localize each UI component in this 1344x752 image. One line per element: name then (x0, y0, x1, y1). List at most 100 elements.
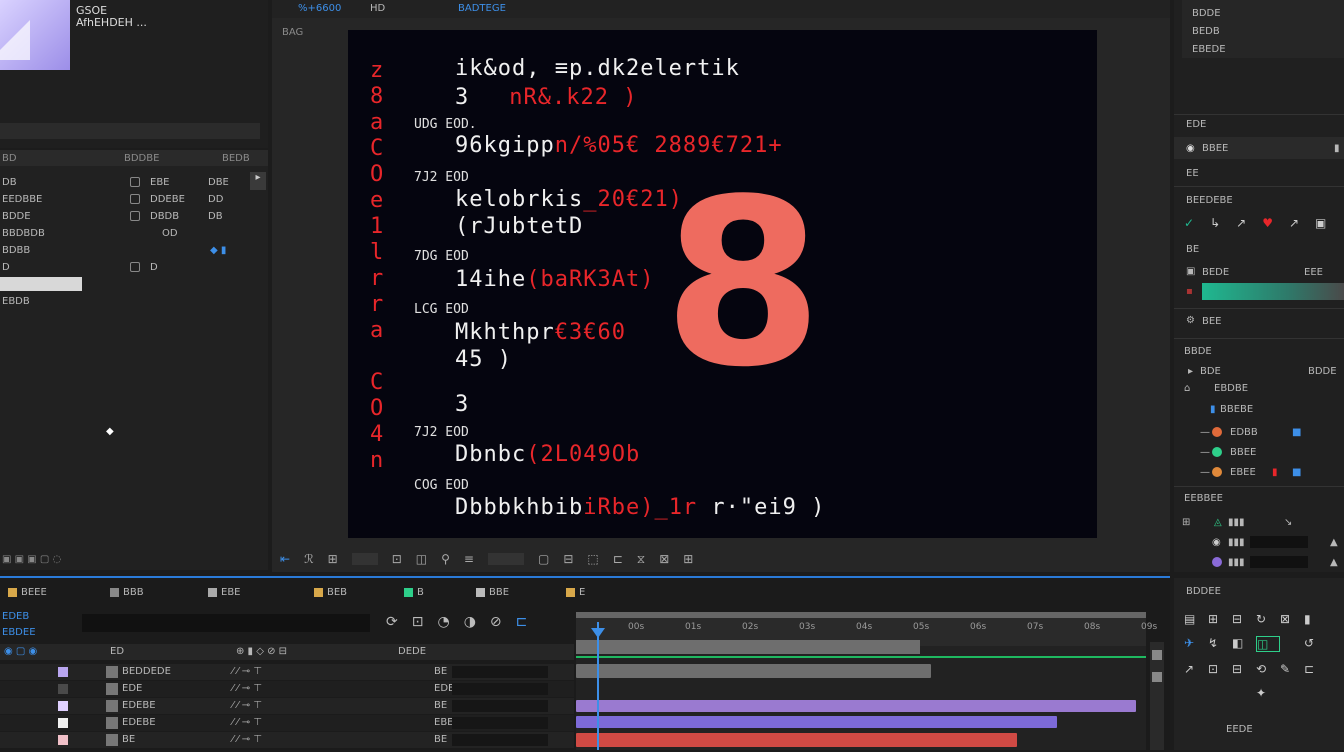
timeline-tab[interactable]: BEB (314, 584, 347, 600)
pen-tool-icon[interactable]: ↯ (1208, 636, 1232, 652)
timeline-tab[interactable]: E (566, 584, 585, 600)
shy-icon[interactable]: ◑ (464, 614, 476, 630)
fast-preview-icon[interactable]: ⧖ (637, 552, 645, 567)
keyframe-icon[interactable]: ◆ ▮ (210, 245, 226, 256)
bucket-icon[interactable]: ⊡ (1208, 662, 1232, 676)
viewer-tab-2[interactable]: HD (370, 3, 385, 14)
timeline-layer-row[interactable]: EDEBE ⁄ ⁄ ⊸ ⊤ EBE (0, 715, 574, 731)
layer-name[interactable]: BE (122, 734, 135, 745)
heart-icon[interactable]: ♥ (1262, 216, 1273, 230)
fill-icon[interactable]: ◫ (1256, 636, 1280, 652)
bird-icon[interactable]: ✈ (1184, 636, 1208, 652)
frame-blend-icon[interactable]: ⊘ (490, 614, 502, 630)
timeline-scrollbar[interactable] (1150, 642, 1164, 750)
timeline-tab[interactable]: BBB (110, 584, 144, 600)
right-prop-row[interactable]: ▮▮▮ ▲ (1174, 554, 1344, 570)
shape-icon[interactable]: ◧ (1232, 636, 1256, 652)
effect-row[interactable]: EEDBBE DDEBE DD (0, 191, 268, 207)
guides-icon[interactable]: ⊡ (392, 552, 402, 566)
more-icon[interactable]: ▮ (1334, 143, 1340, 154)
effect-row[interactable]: BDBB ◆ ▮ (0, 242, 268, 258)
effect-row[interactable]: BDDE DBDB DB (0, 208, 268, 224)
layer-color-swatch[interactable] (58, 684, 68, 694)
transparency-icon[interactable]: ⬚ (587, 552, 598, 566)
github-icon[interactable]: ◉ (1186, 143, 1195, 154)
channel-icon[interactable]: ≡ (464, 552, 474, 566)
layer-switches[interactable]: ⁄ ⁄ ⊸ ⊤ (232, 717, 262, 728)
pin-icon[interactable]: ▮ (1304, 612, 1328, 626)
right-layer-row[interactable]: — EDBB ■ (1174, 424, 1344, 440)
layer-parent-dropdown[interactable] (452, 734, 548, 746)
layer-switches[interactable]: ⁄ ⁄ ⊸ ⊤ (232, 734, 262, 745)
layer-mode[interactable]: BE (434, 734, 447, 745)
layer-mode[interactable]: EBE (434, 717, 454, 728)
draft-icon[interactable]: ⊡ (412, 614, 424, 630)
right-layer-row[interactable]: — BBEE (1174, 444, 1344, 460)
settings-icon[interactable]: ⚙ (1186, 315, 1195, 326)
viewer-tab-3[interactable]: BADTEGE (458, 3, 506, 14)
gradient-slider[interactable] (1202, 283, 1344, 300)
frame-icon[interactable]: ▣ (1315, 216, 1326, 230)
layer-parent-dropdown[interactable] (452, 717, 548, 729)
scale-icon[interactable]: ⊠ (1280, 612, 1304, 626)
playhead[interactable] (597, 622, 599, 750)
effect-row[interactable]: D D (0, 259, 268, 275)
effect-row[interactable]: DB EBE DBE (0, 174, 268, 190)
layer-duration-bar[interactable] (576, 700, 1136, 712)
layer-parent-dropdown[interactable] (452, 666, 548, 678)
layer-name[interactable]: EDEBE (122, 717, 156, 728)
effect-row[interactable] (0, 276, 268, 292)
mask-icon[interactable]: ◫ (416, 552, 427, 566)
layer-switches[interactable]: ⁄ ⁄ ⊸ ⊤ (232, 700, 262, 711)
composition-canvas[interactable]: z8aCOe1lrraCO4n ik&od, ≡p.dk2elertik 3 nR&… (348, 30, 1097, 538)
layout-icon[interactable]: ⊞ (683, 552, 693, 566)
star-icon[interactable]: ✦ (1256, 686, 1280, 700)
brush-tool-icon[interactable]: ↗ (1184, 662, 1208, 676)
toggle-icon[interactable] (130, 177, 140, 187)
layer-name[interactable]: EDE (122, 683, 142, 694)
timeline-tab[interactable]: EBE (208, 584, 241, 600)
roi-icon[interactable]: ▢ (538, 552, 549, 566)
right-layer-row[interactable]: ▮ BBEBE (1174, 401, 1344, 417)
layer-name[interactable]: BEDDEDE (122, 666, 171, 677)
timeline-track-area[interactable] (576, 612, 1146, 750)
timecode-field[interactable] (351, 553, 378, 565)
clone-icon[interactable]: ⊟ (1232, 662, 1256, 676)
resolution-field[interactable] (487, 553, 524, 565)
project-search-field[interactable] (0, 123, 260, 139)
color-picker-icon[interactable]: ▪ (1186, 286, 1193, 297)
toggle-icon[interactable] (130, 194, 140, 204)
layer-color-swatch[interactable] (58, 667, 68, 677)
undo-icon[interactable]: ↺ (1304, 636, 1328, 652)
right-section-1-item[interactable]: BBEE (1202, 143, 1228, 154)
right-prop-row[interactable]: ⊞ ◬ ▮▮▮ ↘ (1174, 514, 1344, 530)
timeline-layer-row[interactable]: BEDDEDE ⁄ ⁄ ⊸ ⊤ BE (0, 664, 574, 680)
effect-row[interactable]: EBDB (0, 293, 268, 309)
region-icon[interactable]: ℛ (304, 552, 314, 566)
snap-icon[interactable]: ⇤ (280, 552, 290, 566)
timeline-layer-row[interactable]: EDEBE ⁄ ⁄ ⊸ ⊤ BE (0, 698, 574, 714)
project-thumbnail[interactable] (0, 0, 70, 70)
layer-switches[interactable]: ⁄ ⁄ ⊸ ⊤ (232, 666, 262, 677)
timeline-tab[interactable]: BEEE (8, 584, 47, 600)
arrow-icon[interactable]: ↗ (1289, 216, 1299, 230)
pin-tool-icon[interactable]: ✎ (1280, 662, 1304, 676)
timeline-layer-row[interactable]: EDE ⁄ ⁄ ⊸ ⊤ EDE (0, 681, 574, 697)
layer-parent-dropdown[interactable] (452, 683, 548, 695)
timeline-layer-row[interactable]: BE ⁄ ⁄ ⊸ ⊤ BE (0, 732, 574, 748)
select-icon[interactable]: ▤ (1184, 612, 1208, 626)
view-icon[interactable]: ⊟ (563, 552, 573, 566)
layer-switches[interactable]: ⁄ ⁄ ⊸ ⊤ (232, 683, 262, 694)
layer-duration-bar[interactable] (576, 664, 931, 678)
effect-row[interactable]: BBDBDB OD (0, 225, 268, 241)
layer-color-swatch[interactable] (58, 701, 68, 711)
layer-duration-bar[interactable] (576, 733, 1017, 747)
motion-blur-icon[interactable]: ◔ (437, 614, 449, 630)
hand-icon[interactable]: ⊏ (1304, 662, 1328, 676)
right-top-item-2[interactable]: BEDB (1192, 26, 1220, 37)
right-layer-row[interactable]: ▸ BDE BDDE (1174, 363, 1344, 379)
right-top-item-3[interactable]: EBEDE (1192, 44, 1226, 55)
pen-icon[interactable]: ↗ (1236, 216, 1246, 230)
timeline-tab[interactable]: B (404, 584, 424, 600)
brush-icon[interactable]: ✓ (1184, 216, 1194, 230)
